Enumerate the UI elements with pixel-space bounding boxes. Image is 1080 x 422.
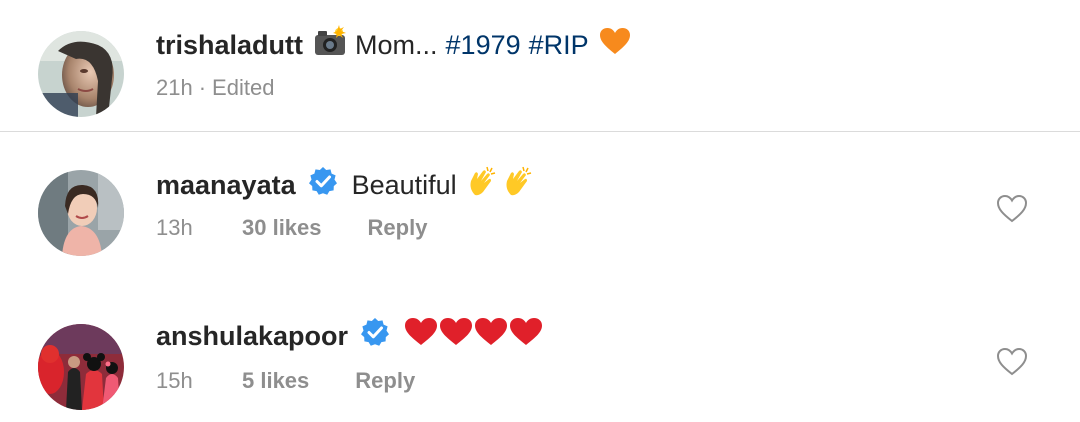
like-heart-icon[interactable] bbox=[996, 347, 1028, 377]
like-heart-icon[interactable] bbox=[996, 194, 1028, 224]
comment-row: maanayata Beautiful 13h 30 likes Reply bbox=[0, 132, 1080, 272]
comment-username[interactable]: maanayata bbox=[156, 168, 296, 202]
reply-button[interactable]: Reply bbox=[355, 367, 415, 395]
caption-meta: 21h · Edited bbox=[156, 74, 274, 102]
caption-text: Mom... bbox=[355, 30, 438, 60]
comment-time: 13h bbox=[156, 215, 193, 240]
avatar-anshulakapoor[interactable] bbox=[38, 324, 124, 410]
avatar-trishaladutt[interactable] bbox=[38, 31, 124, 117]
caption-username[interactable]: trishaladutt bbox=[156, 28, 303, 62]
comment-line: maanayata Beautiful bbox=[156, 165, 535, 205]
red-heart-icon bbox=[509, 317, 543, 355]
comment-text: Beautiful bbox=[351, 170, 457, 200]
likes-count[interactable]: 5 likes bbox=[242, 367, 309, 395]
red-heart-icon bbox=[439, 317, 473, 355]
verified-badge-icon bbox=[308, 166, 338, 204]
clapping-hands-icon bbox=[503, 165, 535, 205]
camera-flash-icon bbox=[313, 25, 347, 65]
caption-line: trishaladutt Mom... #1979 #RIP bbox=[156, 25, 631, 65]
meta-separator: · bbox=[198, 75, 207, 100]
red-heart-icon bbox=[404, 317, 438, 355]
comment-username[interactable]: anshulakapoor bbox=[156, 319, 348, 353]
post-caption: trishaladutt Mom... #1979 #RIP 21h · Edi… bbox=[0, 0, 1080, 131]
avatar-maanayata[interactable] bbox=[38, 170, 124, 256]
comment-time: 15h bbox=[156, 368, 193, 393]
likes-count[interactable]: 30 likes bbox=[242, 214, 322, 242]
comment-line: anshulakapoor bbox=[156, 317, 543, 355]
reply-button[interactable]: Reply bbox=[368, 214, 428, 242]
edited-label: Edited bbox=[212, 75, 275, 100]
caption-time: 21h bbox=[156, 75, 193, 100]
comment-meta: 13h 30 likes Reply bbox=[156, 214, 427, 242]
orange-heart-icon bbox=[599, 27, 631, 63]
comment-row: anshulakapoor 15h 5 likes Reply bbox=[0, 286, 1080, 422]
comment-meta: 15h 5 likes Reply bbox=[156, 367, 415, 395]
verified-badge-icon bbox=[360, 317, 390, 355]
hashtag-rip[interactable]: #RIP bbox=[529, 28, 589, 62]
hashtag-1979[interactable]: #1979 bbox=[446, 28, 521, 62]
red-heart-icon bbox=[474, 317, 508, 355]
clapping-hands-icon bbox=[467, 165, 499, 205]
